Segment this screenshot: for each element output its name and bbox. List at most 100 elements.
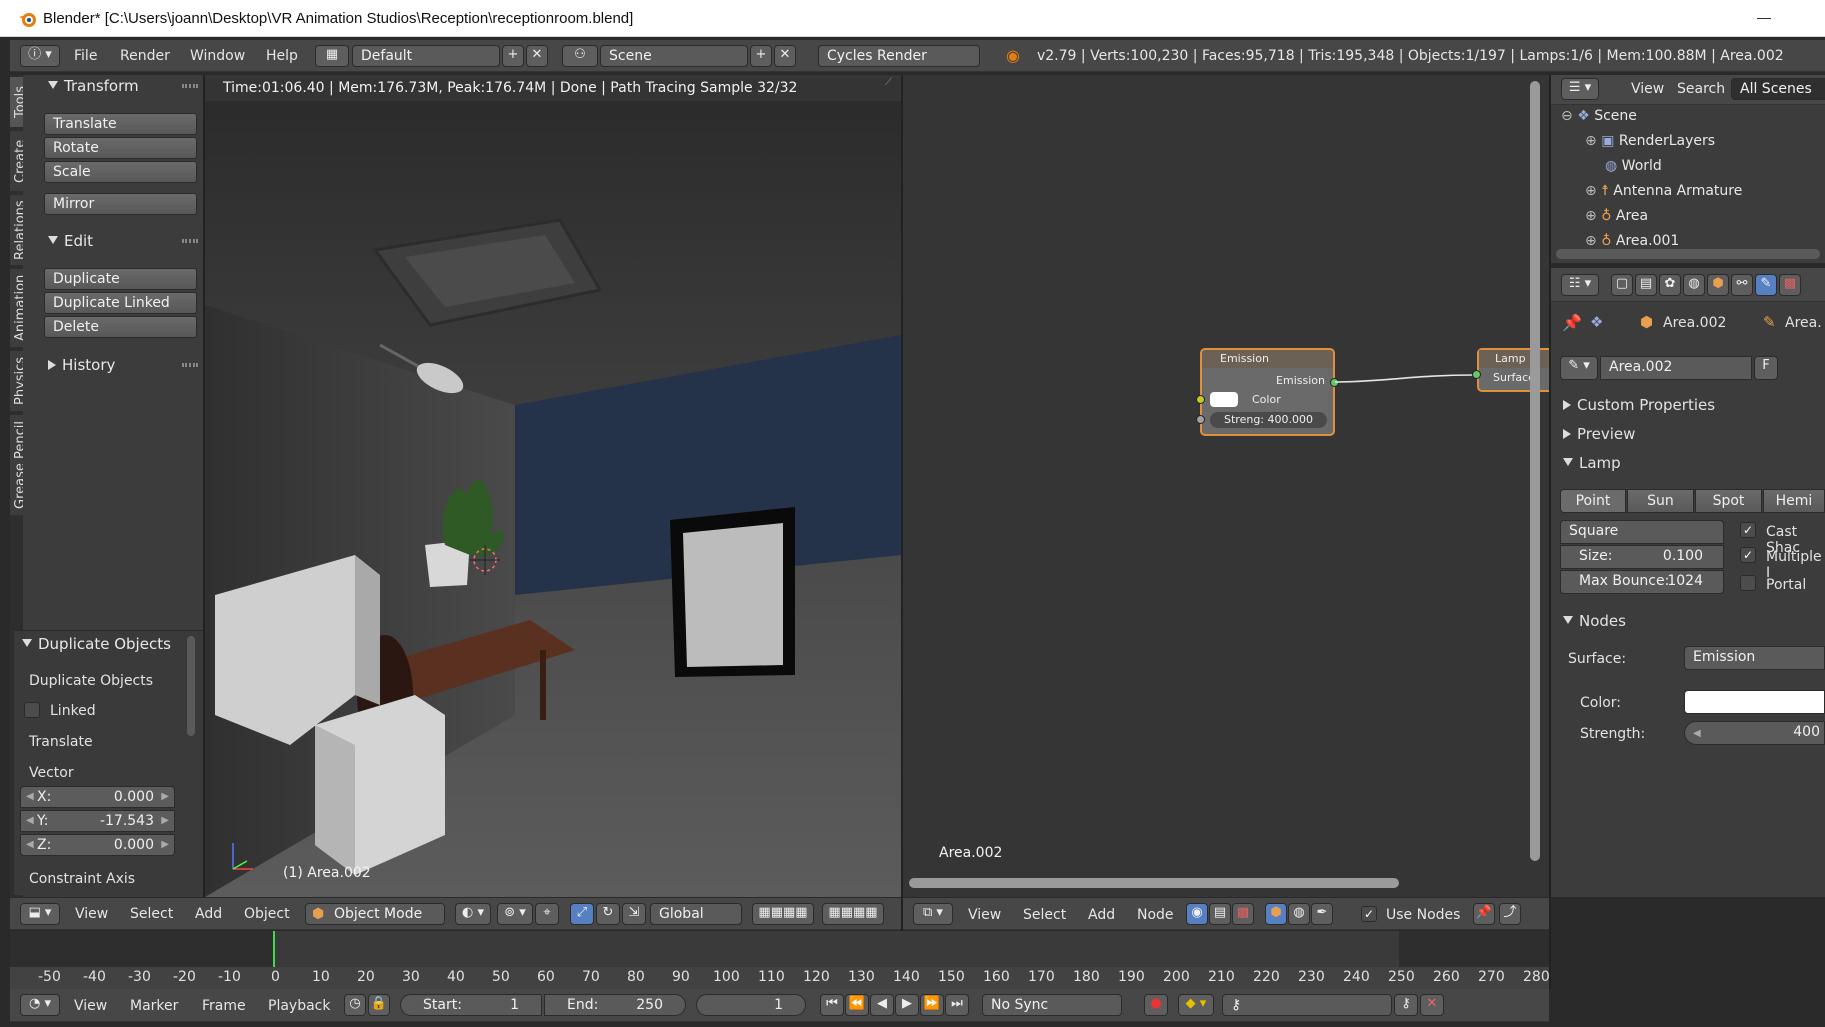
viewport-menu-view[interactable]: View xyxy=(75,906,108,922)
viewport-menu-object[interactable]: Object xyxy=(244,906,290,922)
duplicate-button[interactable]: Duplicate xyxy=(44,268,197,290)
jump-keyframe-back-icon[interactable]: ⏪ xyxy=(845,994,869,1016)
scene-icon[interactable]: ⚇ xyxy=(562,45,598,67)
lamp-type-spot[interactable]: Spot xyxy=(1695,489,1762,513)
outliner-menu-view[interactable]: View xyxy=(1631,81,1664,97)
linked-checkbox[interactable] xyxy=(24,702,40,718)
lamp-data-tab-icon[interactable]: ✎ xyxy=(1755,274,1777,296)
node-menu-view[interactable]: View xyxy=(968,907,1001,923)
lamp-max-bounce-field[interactable]: Max Bounce: 1024 xyxy=(1560,570,1724,594)
play-reverse-icon[interactable]: ◀ xyxy=(870,994,894,1016)
outliner-row-antenna-armature[interactable]: ⊕ ☨ Antenna Armature xyxy=(1585,183,1742,199)
start-frame-field[interactable]: Start: 1 xyxy=(400,994,542,1016)
strength-field[interactable]: ◀ 400 xyxy=(1684,721,1825,745)
surface-select[interactable]: Emission xyxy=(1684,646,1825,670)
lamp-shape-select[interactable]: Square xyxy=(1560,520,1724,544)
insert-keyframe-icon[interactable]: ⚷ xyxy=(1394,994,1418,1016)
custom-properties-header[interactable]: Custom Properties xyxy=(1563,396,1715,414)
vector-x-field[interactable]: ◀ X: 0.000 ▶ xyxy=(20,786,175,808)
current-frame-field[interactable]: 1 xyxy=(696,994,806,1016)
timeline-menu-playback[interactable]: Playback xyxy=(268,998,330,1014)
linestyle-shader-icon[interactable]: ✒ xyxy=(1311,903,1333,925)
add-scene-button[interactable]: + xyxy=(750,45,772,67)
area-divider[interactable] xyxy=(901,75,903,931)
outliner-menu-search[interactable]: Search xyxy=(1677,81,1725,97)
timeline[interactable]: -50 -40 -30 -20 -10 0 10 20 30 40 50 60 70 80 90 100 110… xyxy=(10,931,1550,989)
increment-arrow-icon[interactable]: ▶ xyxy=(161,835,169,855)
manipulator-toggle-icon[interactable]: ⌖ xyxy=(535,903,559,925)
delete-keyframe-icon[interactable]: ✕ xyxy=(1420,994,1444,1016)
sync-mode-select[interactable]: No Sync xyxy=(982,994,1122,1016)
pivot-point-icon[interactable]: ⊚ ▾ xyxy=(497,903,533,925)
lamp-type-point[interactable]: Point xyxy=(1560,489,1626,513)
decrement-arrow-icon[interactable]: ◀ xyxy=(26,835,34,855)
color-swatch[interactable] xyxy=(1684,690,1825,714)
scale-button[interactable]: Scale xyxy=(44,161,197,183)
timeline-menu-frame[interactable]: Frame xyxy=(202,998,246,1014)
outliner-editor-type-icon[interactable]: ☰ ▾ xyxy=(1561,78,1599,100)
scene-field[interactable]: Scene xyxy=(600,45,748,67)
decrement-arrow-icon[interactable]: ◀ xyxy=(26,811,34,831)
layers-tab-icon[interactable]: ▤ xyxy=(1635,274,1657,296)
object-tab-icon[interactable]: ⬢ xyxy=(1707,274,1729,296)
outliner-row-area[interactable]: ⊕ ♁ Area xyxy=(1585,208,1648,224)
timeline-menu-view[interactable]: View xyxy=(74,998,107,1014)
viewport-shading-icon[interactable]: ◐ ▾ xyxy=(455,903,491,925)
record-icon[interactable]: ● xyxy=(1144,994,1168,1016)
compositing-nodes-icon[interactable]: ▤ xyxy=(1209,903,1231,925)
mode-select[interactable]: ⬢ Object Mode xyxy=(305,903,445,925)
portal-checkbox[interactable] xyxy=(1740,575,1756,591)
lamp-size-field[interactable]: Size: 0.100 xyxy=(1560,545,1724,569)
node-menu-select[interactable]: Select xyxy=(1023,907,1066,923)
texture-nodes-icon[interactable]: ▩ xyxy=(1232,903,1254,925)
lamp-type-hemi[interactable]: Hemi xyxy=(1763,489,1825,513)
minimize-button[interactable] xyxy=(1757,18,1771,19)
transform-orientation-select[interactable]: Global xyxy=(650,903,742,925)
outliner-row-area-001[interactable]: ⊕ ♁ Area.001 xyxy=(1585,233,1679,245)
menu-window[interactable]: Window xyxy=(190,48,245,64)
panel-grip-icon[interactable] xyxy=(182,84,198,88)
screen-layout-icon[interactable]: ▦ xyxy=(315,45,349,67)
keying-set-icon[interactable]: ◆ ▾ xyxy=(1178,994,1214,1016)
mirror-button[interactable]: Mirror xyxy=(44,193,197,215)
menu-help[interactable]: Help xyxy=(266,48,298,64)
menu-render[interactable]: Render xyxy=(120,48,170,64)
remove-layout-button[interactable]: ✕ xyxy=(526,45,548,67)
rotate-button[interactable]: Rotate xyxy=(44,137,197,159)
object-shader-icon[interactable]: ⬢ xyxy=(1265,903,1287,925)
panel-grip-icon[interactable] xyxy=(182,363,198,367)
outliner-h-scrollbar[interactable] xyxy=(1556,249,1820,259)
properties-editor-type-icon[interactable]: ☷ ▾ xyxy=(1561,274,1599,296)
render-tab-icon[interactable]: ▢ xyxy=(1611,274,1633,296)
transform-panel-header[interactable]: Transform xyxy=(48,77,139,95)
node-editor-type-icon[interactable]: ⧉ ▾ xyxy=(913,903,953,925)
increment-arrow-icon[interactable]: ▶ xyxy=(161,787,169,807)
jump-end-icon[interactable]: ⏭ xyxy=(945,994,969,1016)
panel-grip-icon[interactable] xyxy=(182,239,198,243)
node-parent-icon[interactable]: ⤴ xyxy=(1499,903,1521,925)
cast-shadow-checkbox[interactable]: ✓ xyxy=(1740,522,1756,538)
menu-file[interactable]: File xyxy=(74,48,97,64)
outliner-filter-select[interactable]: All Scenes xyxy=(1731,78,1825,100)
jump-start-icon[interactable]: ⏮ xyxy=(820,994,844,1016)
operator-scrollbar[interactable] xyxy=(187,636,195,736)
scene-tab-icon[interactable]: ✿ xyxy=(1659,274,1681,296)
viewport-editor-type-icon[interactable]: ⬓ ▾ xyxy=(20,903,60,925)
input-socket-surface[interactable] xyxy=(1472,370,1481,379)
outliner-row-renderlayers[interactable]: ⊕ ▣ RenderLayers xyxy=(1585,133,1715,149)
viewport-menu-add[interactable]: Add xyxy=(195,906,222,922)
delete-button[interactable]: Delete xyxy=(44,316,197,338)
translate-button[interactable]: Translate xyxy=(44,113,197,135)
end-frame-field[interactable]: End: 250 xyxy=(544,994,686,1016)
play-icon[interactable]: ▶ xyxy=(895,994,919,1016)
pin-icon[interactable]: 📌 xyxy=(1562,313,1582,332)
area-divider[interactable] xyxy=(1549,75,1551,989)
viewport-menu-select[interactable]: Select xyxy=(130,906,173,922)
active-keying-set-field[interactable]: ⚷ xyxy=(1222,994,1392,1016)
lamp-type-sun[interactable]: Sun xyxy=(1627,489,1694,513)
current-frame-marker[interactable] xyxy=(273,931,275,967)
node-editor-h-scrollbar[interactable] xyxy=(909,878,1399,888)
screen-layout-field[interactable]: Default xyxy=(352,45,500,67)
layers-grid-2-icon[interactable]: ▦▦▦▦ xyxy=(822,903,884,925)
preview-range-icon[interactable]: ◷ xyxy=(344,994,366,1016)
